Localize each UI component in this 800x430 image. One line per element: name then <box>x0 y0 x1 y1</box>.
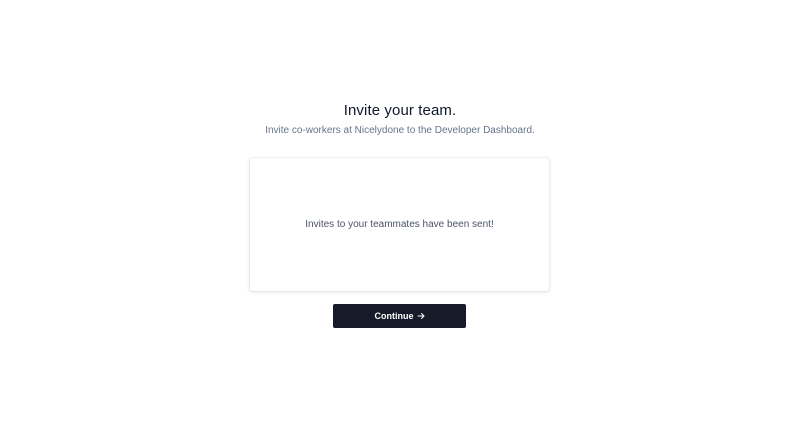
invite-team-page: Invite your team. Invite co-workers at N… <box>0 0 800 430</box>
invites-sent-card: Invites to your teammates have been sent… <box>250 158 549 291</box>
page-subtitle: Invite co-workers at Nicelydone to the D… <box>265 125 535 136</box>
continue-button-label: Continue <box>374 311 414 321</box>
page-title: Invite your team. <box>343 102 457 119</box>
arrow-right-icon <box>417 312 425 320</box>
continue-button[interactable]: Continue <box>333 304 466 328</box>
invites-sent-message: Invites to your teammates have been sent… <box>305 218 494 230</box>
